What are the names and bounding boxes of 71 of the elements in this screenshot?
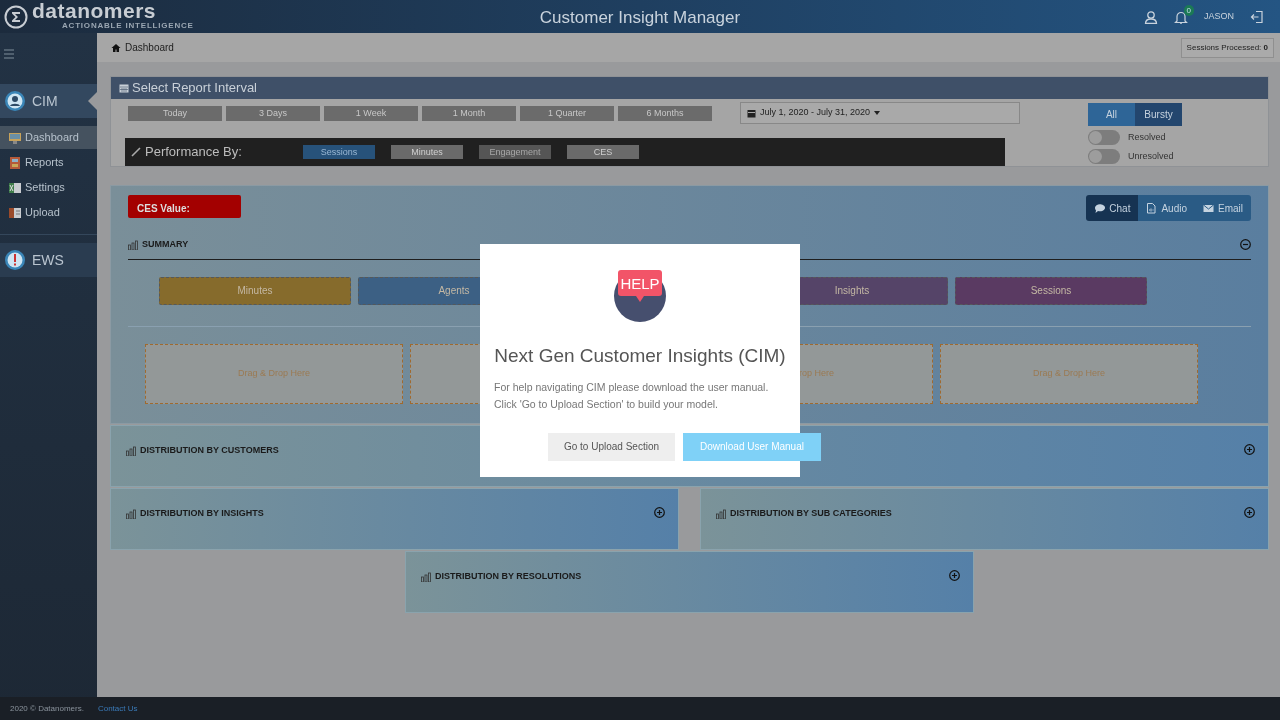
date-range-field[interactable]: July 1, 2020 - July 31, 2020	[740, 102, 1020, 124]
notification-badge: 0	[1183, 4, 1194, 16]
interval-button[interactable]: 1 Quarter	[520, 105, 614, 121]
toggle-label: Resolved	[1128, 130, 1166, 144]
performance-option[interactable]: Minutes	[391, 145, 463, 159]
app-icon	[8, 130, 22, 145]
envelope-icon	[1203, 202, 1214, 214]
caret-icon	[874, 111, 881, 115]
bar-chart-icon	[128, 239, 138, 250]
sessions-processed: Sessions Processed: 0	[1180, 37, 1274, 58]
app-icon	[8, 155, 22, 170]
home-icon	[111, 42, 121, 53]
section-title: DISTRIBUTION BY SUB CATEGORIES	[730, 507, 892, 520]
expand-icon[interactable]	[654, 507, 665, 518]
sidebar-item[interactable]: Upload	[0, 201, 97, 224]
summary-card[interactable]: Minutes	[159, 276, 351, 305]
user-name[interactable]: JASON	[1204, 9, 1234, 24]
brand-name: datanomers	[32, 1, 158, 20]
logout-icon[interactable]	[1250, 9, 1264, 24]
chat-bubble-icon	[1094, 202, 1106, 214]
section-title: SUMMARY	[142, 238, 189, 251]
upload-section-button[interactable]: Go to Upload Section	[548, 432, 675, 461]
user-icon[interactable]	[1144, 9, 1158, 24]
breadcrumb-link[interactable]: Dashboard	[125, 40, 174, 55]
app-title: Customer Insight Manager	[539, 8, 741, 27]
performance-option[interactable]: CES	[567, 145, 639, 159]
expand-icon[interactable]	[949, 570, 960, 581]
filter-button[interactable]: All	[1088, 103, 1135, 126]
copyright-text: 2020 © Datanomers.	[10, 702, 84, 715]
channel-tab[interactable]: Email	[1195, 195, 1251, 221]
collapse-icon[interactable]	[1240, 239, 1251, 251]
sigma-logo-icon	[4, 4, 28, 29]
sidebar-item[interactable]: Dashboard	[0, 126, 97, 149]
app-icon	[8, 205, 22, 220]
sidebar-item[interactable]: Reports	[0, 151, 97, 174]
channel-tab[interactable]: Audio	[1138, 195, 1195, 221]
expand-icon[interactable]	[1244, 507, 1255, 518]
section-title: DISTRIBUTION BY RESOLUTIONS	[435, 570, 582, 583]
contact-link[interactable]: Contact Us	[97, 702, 138, 715]
performance-bar: Performance By: Sessions Minutes Engagement CES	[125, 138, 1005, 166]
interval-button[interactable]: 1 Week	[324, 105, 418, 121]
bell-icon[interactable]	[1174, 9, 1188, 24]
document-icon	[1146, 202, 1158, 214]
active-pointer	[88, 92, 97, 110]
sidebar-section[interactable]: EWS	[0, 243, 97, 277]
bar-chart-icon	[126, 445, 136, 456]
toggle-switch[interactable]	[1088, 149, 1120, 164]
performance-option[interactable]: Sessions	[303, 145, 375, 159]
filter-button[interactable]: Bursty	[1135, 103, 1182, 126]
app-icon	[8, 180, 22, 195]
section-title: DISTRIBUTION BY CUSTOMERS	[140, 444, 279, 457]
sidebar-section[interactable]: CIM	[0, 84, 97, 118]
section-title: DISTRIBUTION BY INSIGHTS	[140, 507, 264, 520]
interval-button[interactable]: Today	[128, 105, 222, 121]
bar-chart-icon	[126, 508, 136, 519]
bar-chart-icon	[421, 571, 431, 582]
calendar-icon	[119, 83, 129, 93]
channel-tab[interactable]: Chat	[1086, 195, 1139, 221]
brand-tagline: ACTIONABLE INTELLIGENCE	[62, 19, 194, 32]
toggle-switch[interactable]	[1088, 130, 1120, 145]
bar-chart-icon	[716, 508, 726, 519]
expand-icon[interactable]	[1244, 444, 1255, 455]
interval-button[interactable]: 6 Months	[618, 105, 712, 121]
interval-button[interactable]: 1 Month	[422, 105, 516, 121]
summary-card[interactable]: Sessions	[955, 276, 1147, 305]
toggle-label: Unresolved	[1128, 149, 1174, 163]
sidebar-item[interactable]: Settings	[0, 176, 97, 199]
panel-header: Select Report Interval	[111, 77, 1268, 99]
interval-button[interactable]: 3 Days	[226, 105, 320, 121]
calendar-icon	[747, 108, 756, 118]
ces-value-button[interactable]: CES Value:	[128, 195, 241, 218]
